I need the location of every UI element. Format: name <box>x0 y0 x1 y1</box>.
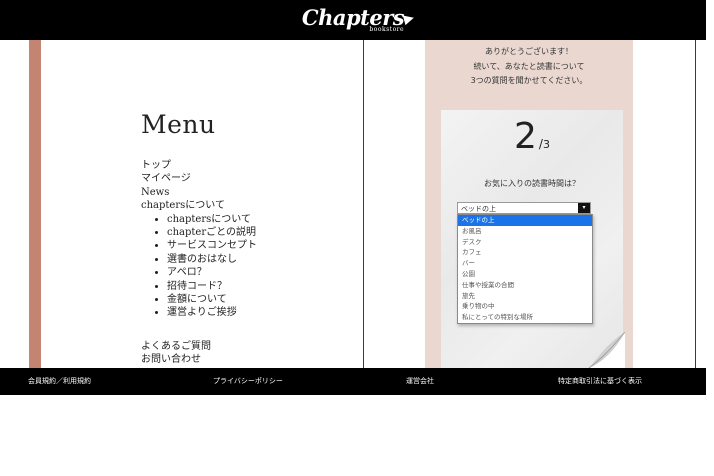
select-value: ベッドの上 <box>461 205 496 213</box>
submenu-item-concept[interactable]: サービスコンセプト <box>167 239 257 252</box>
menu-item-about[interactable]: chaptersについて chaptersについて chapterごとの説明 サ… <box>141 199 257 320</box>
footer-link-commerce-law[interactable]: 特定商取引法に基づく表示 <box>558 368 642 395</box>
submenu-item-invite-code[interactable]: 招待コード？ <box>167 280 257 293</box>
main-content: Menu トップ マイページ News chaptersについて chapter… <box>0 40 706 368</box>
accent-strip <box>29 40 41 368</box>
menu-item-faq[interactable]: よくあるご質問 <box>141 340 257 353</box>
intro-line: 3つの質問を聞かせてください。 <box>470 76 588 85</box>
site-menu: Menu トップ マイページ News chaptersについて chapter… <box>141 110 257 367</box>
question-text: お気に入りの読書時間は？ <box>484 179 580 188</box>
submenu-item-greeting[interactable]: 運営よりご挨拶 <box>167 306 257 319</box>
survey-panel: ありがとうございます！ 続いて、あなたと読書について 3つの質問を聞かせてくださ… <box>425 40 633 368</box>
submenu-item-selection[interactable]: 選書のおはなし <box>167 253 257 266</box>
option-break[interactable]: 仕事や授業の合間 <box>458 280 592 291</box>
footer-link-company[interactable]: 運営会社 <box>406 368 434 395</box>
option-travel[interactable]: 旅先 <box>458 291 592 302</box>
site-footer: 会員規約／利用規約 プライバシーポリシー 運営会社 特定商取引法に基づく表示 <box>0 368 706 395</box>
reading-time-select[interactable]: ベッドの上 ▾ <box>457 202 591 214</box>
option-special-place[interactable]: 私にとっての特別な場所 <box>458 312 592 323</box>
option-vehicle[interactable]: 乗り物の中 <box>458 301 592 312</box>
option-bed[interactable]: ベッドの上 <box>458 215 592 226</box>
option-bar[interactable]: バー <box>458 258 592 269</box>
option-park[interactable]: 公園 <box>458 269 592 280</box>
page-curl-icon <box>588 332 625 368</box>
logo-leaf-icon <box>402 12 416 26</box>
submenu-item-apero[interactable]: アペロ？ <box>167 266 257 279</box>
about-submenu: chaptersについて chapterごとの説明 サービスコンセプト 選書のお… <box>141 213 257 320</box>
option-desk[interactable]: デスク <box>458 237 592 248</box>
chevron-down-icon[interactable]: ▾ <box>578 203 590 213</box>
menu-item-top[interactable]: トップ <box>141 159 257 172</box>
menu-item-news[interactable]: News <box>141 186 257 199</box>
footer-link-privacy[interactable]: プライバシーポリシー <box>213 368 283 395</box>
panel-divider-left <box>363 40 364 368</box>
option-bath[interactable]: お風呂 <box>458 226 592 237</box>
chapters-logo[interactable]: Chapters bookstore <box>302 7 416 33</box>
intro-line: ありがとうございます！ <box>485 47 573 56</box>
question-card: 2/3 お気に入りの読書時間は？ ベッドの上 ▾ ベッドの上 お風呂 デスク カ… <box>441 110 625 368</box>
panel-divider-right <box>695 40 696 368</box>
survey-intro: ありがとうございます！ 続いて、あなたと読書について 3つの質問を聞かせてくださ… <box>425 45 633 89</box>
menu-list: トップ マイページ News chaptersについて chaptersについて… <box>141 159 257 320</box>
menu-item-mypage[interactable]: マイページ <box>141 172 257 185</box>
footer-link-terms[interactable]: 会員規約／利用規約 <box>28 368 91 395</box>
menu-item-contact[interactable]: お問い合わせ <box>141 353 257 366</box>
intro-line: 続いて、あなたと読書について <box>473 61 585 71</box>
menu-title: Menu <box>141 110 216 139</box>
step-current: 2 <box>514 116 537 157</box>
site-header: Chapters bookstore <box>0 0 706 40</box>
submenu-item-chapter-desc[interactable]: chapterごとの説明 <box>167 226 257 239</box>
menu-bottom-list: よくあるご質問 お問い合わせ <box>141 340 257 367</box>
option-cafe[interactable]: カフェ <box>458 247 592 258</box>
menu-item-about-label: chaptersについて <box>141 200 225 212</box>
reading-time-options: ベッドの上 お風呂 デスク カフェ バー 公園 仕事や授業の合間 旅先 乗り物の… <box>457 214 593 324</box>
step-indicator: 2/3 <box>441 116 623 157</box>
submenu-item-pricing[interactable]: 金額について <box>167 293 257 306</box>
step-total: 3 <box>542 138 550 151</box>
submenu-item-about[interactable]: chaptersについて <box>167 213 257 226</box>
